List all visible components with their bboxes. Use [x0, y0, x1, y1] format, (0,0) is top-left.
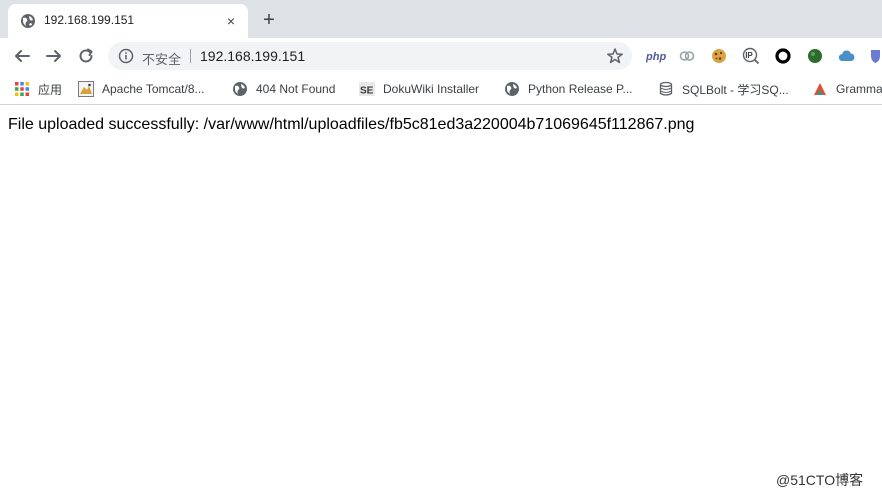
bookmark-404-not-found[interactable]: 404 Not Found [232, 80, 335, 98]
database-icon [659, 81, 673, 96]
globe-icon [233, 82, 247, 96]
reload-button[interactable] [74, 44, 98, 68]
cookie-icon[interactable] [710, 47, 728, 65]
php-extension-label: php [646, 51, 666, 63]
dokuwiki-icon-text: SE [360, 86, 374, 97]
ip-lookup-label: IP [745, 51, 753, 60]
globe-icon [21, 14, 35, 28]
bookmark-label: 404 Not Found [256, 82, 336, 96]
shield-icon[interactable] [870, 47, 882, 65]
watermark: @51CTO博客 [776, 472, 864, 488]
ring-icon[interactable] [774, 47, 792, 65]
upload-result-message: File uploaded successfully: /var/www/htm… [8, 116, 695, 133]
arrow-left-icon [15, 50, 30, 62]
bookmark-grammarly[interactable]: Gramma [812, 80, 882, 98]
bookmark-apps[interactable]: 应用 [14, 80, 62, 98]
info-icon[interactable] [118, 48, 134, 64]
not-secure-label[interactable]: 不安全 [142, 49, 181, 68]
php-extension-icon[interactable]: php [646, 47, 666, 65]
bookmark-label: 应用 [38, 82, 63, 97]
star-icon[interactable] [606, 47, 624, 65]
bookmark-label: SQLBolt - 学习SQ... [682, 82, 789, 97]
bookmark-sqlbolt[interactable]: SQLBolt - 学习SQ... [658, 80, 789, 98]
bookmark-label: Apache Tomcat/8... [102, 82, 205, 96]
bookmark-label: DokuWiki Installer [383, 82, 480, 96]
cloud-icon[interactable] [838, 47, 856, 65]
ip-lookup-icon[interactable]: IP [742, 47, 760, 65]
apps-grid-icon [15, 82, 29, 96]
back-button[interactable] [10, 44, 34, 68]
url-text[interactable]: 192.168.199.151 [200, 48, 305, 64]
tab-title: 192.168.199.151 [44, 13, 135, 27]
bookmark-label: Gramma [836, 82, 882, 96]
bookmark-apache-tomcat[interactable]: Apache Tomcat/8... [78, 80, 205, 98]
bookmarks-bar: 应用 Apache Tomcat/8... 404 Not Found SE D… [0, 74, 882, 105]
tab-strip: 192.168.199.151 × + [0, 0, 882, 38]
bookmark-python-release[interactable]: Python Release P... [504, 80, 633, 98]
address-bar[interactable]: 不安全 192.168.199.151 [108, 42, 632, 70]
dokuwiki-icon: SE [359, 82, 375, 97]
bookmark-label: Python Release P... [528, 82, 633, 96]
new-tab-button[interactable]: + [258, 9, 280, 31]
tomcat-icon [78, 81, 94, 97]
arrow-right-icon [46, 50, 61, 62]
omnibox-divider [190, 49, 191, 63]
grammarly-icon [814, 83, 826, 95]
forward-button[interactable] [42, 44, 66, 68]
green-ball-icon[interactable] [806, 47, 824, 65]
tab-active[interactable]: 192.168.199.151 × [8, 4, 248, 38]
globe-icon [505, 82, 519, 96]
bookmark-dokuwiki-installer[interactable]: SE DokuWiki Installer [359, 80, 479, 98]
close-icon[interactable]: × [224, 14, 238, 28]
reload-icon [79, 48, 93, 63]
chain-link-icon[interactable] [678, 47, 696, 65]
